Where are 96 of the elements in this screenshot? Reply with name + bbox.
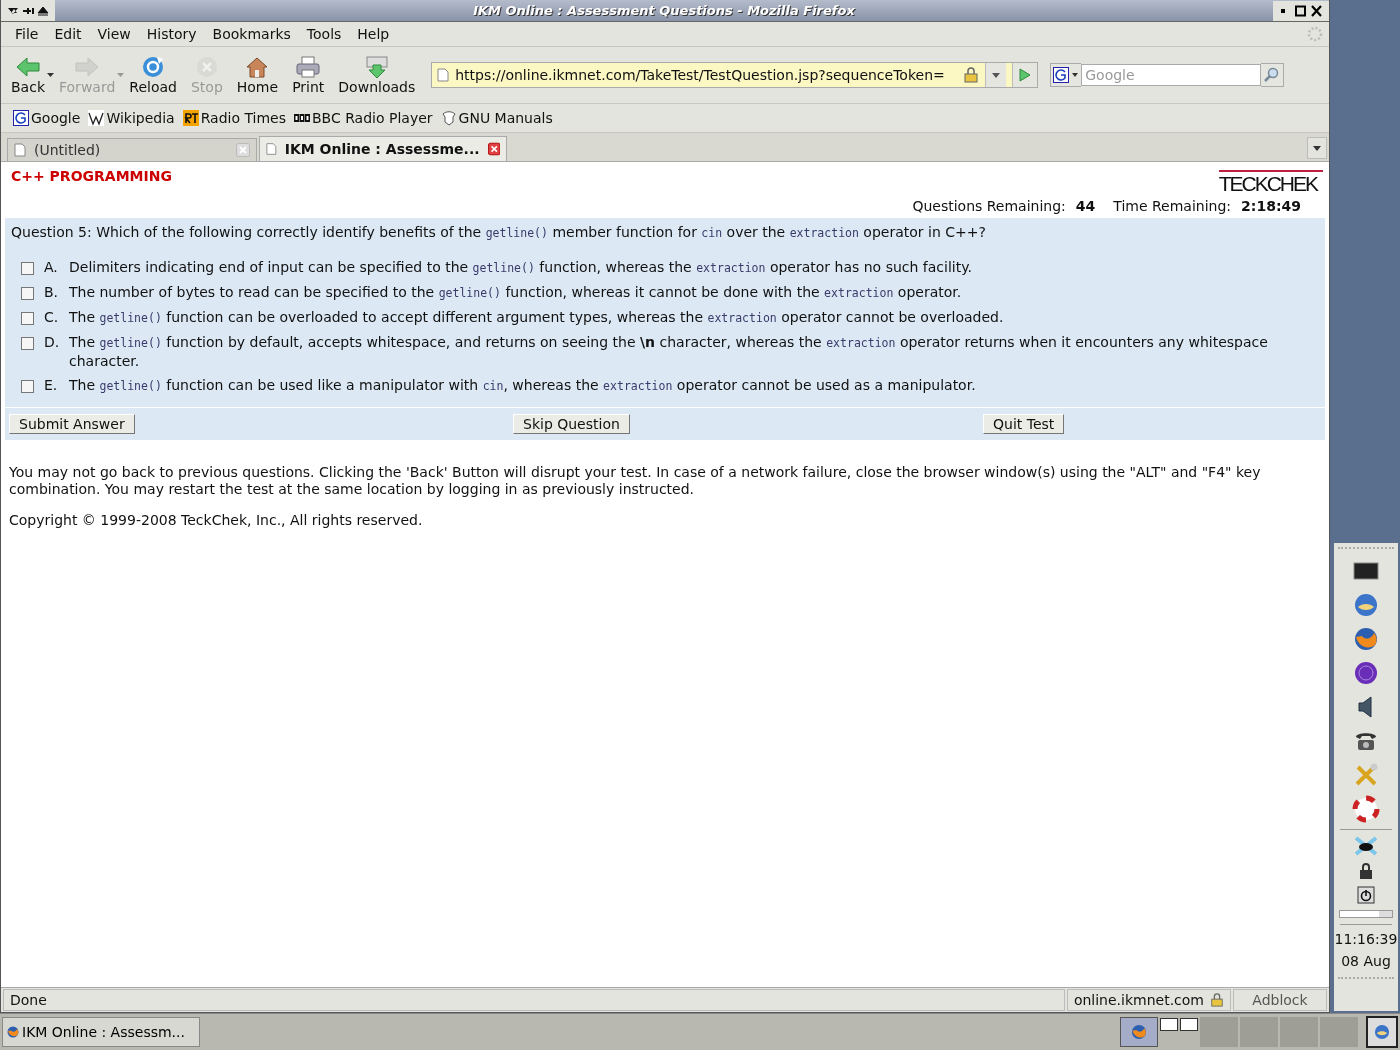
close-icon[interactable] [487,142,500,156]
checkbox[interactable] [21,262,34,275]
caret-icon [47,73,54,77]
option-text: The getline() function can be overloaded to accept different argument types, whereas the extraction operator cannot be overloaded. [69,308,1005,327]
taskbar-slot [1320,1017,1358,1047]
caret-icon [992,72,1001,78]
bookmark-link[interactable]: BBC Radio Player [294,110,433,126]
caret-icon [1313,145,1321,151]
notice-text: You may not go back to previous questions. Clicking the 'Back' Button will disrupt your test. In case of a network failure, close the browser window(s) using the "ALT" and "F4" key combination. You may restart the test at the same location by logging in as previously instructed. [9,464,1262,498]
bbc-icon [294,114,310,122]
taskbar-slot [1200,1017,1238,1047]
option-letter: C. [43,308,60,326]
page-icon [437,68,450,82]
toolbar-button[interactable]: Home [230,53,285,97]
option-text: Delimiters indicating end of input can be specified to the getline() function, whereas the extraction operator has no such facility. [69,258,973,277]
site-host: online.ikmnet.com [1066,989,1231,1011]
gnu-icon [440,110,457,126]
status-text: Done [3,989,1065,1011]
tab-list-button[interactable] [1307,137,1327,159]
checkbox[interactable] [21,287,34,300]
fox-globe-icon [6,1025,20,1039]
left-arrow-icon [15,55,41,79]
browser-tab[interactable]: IKM Online : Assessme... [259,136,507,161]
padlock-icon [1210,993,1224,1007]
toolbar-button[interactable]: Downloads [332,53,422,97]
form-button[interactable]: Quit Test [983,414,1065,434]
address-field[interactable]: https://online.ikmnet.com/TakeTest/TestQuestion.jsp?sequenceToken= [431,62,1039,88]
menu-item[interactable]: Help [349,26,398,42]
checkbox[interactable] [21,380,34,393]
toolbar-button[interactable]: Print [286,53,331,97]
radio-times-icon [182,110,199,126]
dropdown-button[interactable] [985,63,1007,87]
globe-icon[interactable] [1352,659,1380,687]
option-letter: B. [43,283,60,301]
menu-icon[interactable] [7,4,49,17]
google-icon [13,110,29,126]
option-letter: A. [43,258,59,276]
power-icon[interactable] [1357,886,1375,904]
padlock-icon [963,67,980,83]
fox-globe-icon[interactable] [1352,625,1380,653]
bookmark-link[interactable]: Radio Times [182,110,286,126]
search-field[interactable]: Google [1081,64,1262,86]
option-text: The number of bytes to read can be specified to the getline() function, whereas it cannot be done with the extraction operator. [69,283,963,302]
adblock-button[interactable]: Adblock [1233,989,1327,1011]
course-heading: C++ PROGRAMMING [11,168,172,186]
bookmark-link[interactable]: Google [13,110,81,126]
menu-item[interactable]: Tools [298,26,350,42]
window-title: IKM Online : Assessment Questions - Mozilla Firefox [472,3,856,18]
menu-item[interactable]: View [89,26,139,42]
lifebuoy-icon[interactable] [1352,795,1380,823]
option-text: The getline() function by default, accepts whitespace, and returns on seeing the \n character, whereas the extraction operator returns when it encounters any whitespace character. [69,333,1269,370]
question-text: Question 5: Which of the following correctly identify benefits of the getline() member function for cin over the extraction operator in C++? [10,223,987,242]
taskbar-slot [1280,1017,1318,1047]
mouse-x-icon[interactable] [1353,836,1379,856]
option-letter: D. [43,333,61,351]
copyright-text: Copyright © 1999-2008 TeckChek, Inc., All rights reserved. [9,512,424,528]
taskbar-slot [1240,1017,1278,1047]
page-icon [14,143,26,157]
printer-icon [295,55,322,79]
caret-icon [117,73,125,77]
right-arrow-icon [74,55,101,79]
clock-time: 11:16:39 [1334,931,1398,947]
menu-item[interactable]: Bookmarks [204,26,299,42]
option-text: The getline() function can be used like a manipulator with cin, whereas the extraction operator cannot be used as a manipulator. [69,376,977,395]
option-letter: E. [43,376,59,394]
download-icon [363,55,390,79]
toolbar-button[interactable]: Back [5,53,51,97]
window-controls-icon[interactable] [1273,0,1329,21]
bookmark-link[interactable]: GNU Manuals [440,110,553,126]
toolbar-button[interactable]: Reload [123,53,183,97]
stat-label: Questions Remaining: [912,198,1066,214]
tray-button[interactable] [1366,1016,1398,1048]
search-button[interactable] [1261,63,1285,87]
wikipedia-icon [88,110,105,126]
logo: TECKCHEK [1218,170,1323,196]
bookmark-link[interactable]: Wikipedia [88,110,175,126]
form-button[interactable]: Skip Question [513,414,630,434]
go-button[interactable] [1012,63,1038,87]
stat-value: 2:18:49 [1241,198,1301,214]
menu-item[interactable]: History [138,26,205,42]
search-icon [1264,67,1281,83]
checkbox[interactable] [21,312,34,325]
padlock-icon[interactable] [1358,862,1374,880]
checkbox[interactable] [21,337,34,350]
clock-date: 08 Aug [1341,953,1391,969]
menu-item[interactable]: Edit [46,26,90,42]
form-button[interactable]: Submit Answer [9,414,135,434]
stat-value: 44 [1075,198,1096,214]
taskbar-button[interactable]: IKM Online : Assessm... [2,1017,200,1047]
menu-item[interactable]: File [7,26,47,42]
stat-label: Time Remaining: [1113,198,1232,214]
page-icon [266,142,277,156]
fox-globe-icon [1130,1023,1148,1041]
throbber-icon [1307,26,1323,42]
browser-tab[interactable]: (Untitled) [7,138,257,161]
play-icon [1019,68,1032,82]
